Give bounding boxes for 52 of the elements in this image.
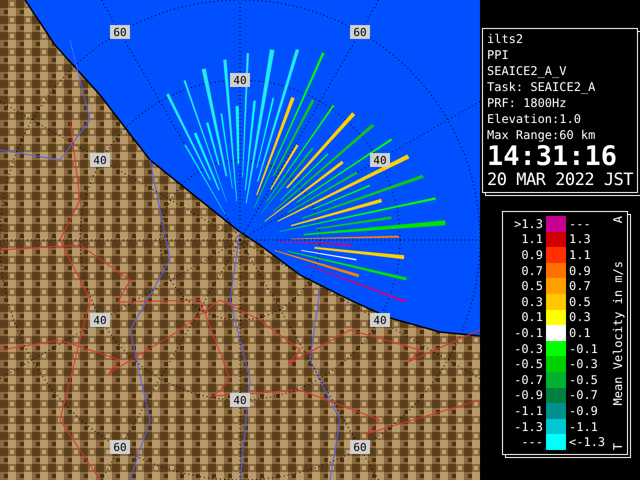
range-label: 40 xyxy=(90,313,110,327)
info-text: PRF: 1800Hz xyxy=(487,95,568,111)
legend-value: 0.9 xyxy=(520,248,544,262)
legend-value: -0.9 xyxy=(568,404,599,418)
range-label: 60 xyxy=(350,440,370,454)
legend-value: -0.1 xyxy=(513,326,544,340)
legend-value: 1.1 xyxy=(568,248,592,262)
legend-value: -1.1 xyxy=(568,420,599,434)
legend-value: 1.1 xyxy=(520,232,544,246)
legend-value: 0.7 xyxy=(520,264,544,278)
range-label: 60 xyxy=(350,25,370,39)
range-label: 40 xyxy=(90,153,110,167)
legend-mark: A xyxy=(611,216,625,224)
legend-value: 0.3 xyxy=(520,294,544,309)
legend-value: -0.5 xyxy=(568,372,599,387)
range-label: 40 xyxy=(230,73,250,87)
legend-value: 0.3 xyxy=(568,310,592,324)
legend-title: Mean Velocity in m/s xyxy=(611,260,625,406)
info-text: SEAICE2_A_V xyxy=(487,63,568,79)
info-text: PPI xyxy=(487,47,510,63)
legend-value: -0.3 xyxy=(513,342,544,356)
legend-value: 0.1 xyxy=(568,326,592,340)
legend-value: -0.9 xyxy=(513,388,544,402)
legend-value: <-1.3 xyxy=(568,435,606,450)
legend-value: 0.5 xyxy=(520,279,544,294)
legend-value: 1.3 xyxy=(568,232,592,246)
legend-value: --- xyxy=(568,216,592,231)
legend-value: -0.5 xyxy=(513,357,544,372)
range-label: 40 xyxy=(370,313,390,327)
range-label: 40 xyxy=(230,393,250,407)
legend-value: -1.1 xyxy=(513,404,544,418)
legend-value: -0.1 xyxy=(568,342,599,356)
date-text: 20 MAR 2022 JST xyxy=(487,171,634,190)
legend-value: 0.7 xyxy=(568,279,592,294)
legend-mark: T xyxy=(611,442,625,450)
legend-value: 0.9 xyxy=(568,264,592,278)
legend-value: -0.3 xyxy=(568,357,599,372)
range-label: 60 xyxy=(110,440,130,454)
legend-value: -1.3 xyxy=(513,420,544,434)
range-label: 60 xyxy=(110,25,130,39)
legend-value: >1.3 xyxy=(513,216,544,231)
info-text: Elevation:1.0 xyxy=(487,111,582,127)
time-text: 14:31:16 xyxy=(487,143,618,171)
legend-value: 0.1 xyxy=(520,310,544,324)
legend-value: --- xyxy=(520,435,544,450)
legend-value: 0.5 xyxy=(568,294,592,309)
info-text: ilts2 xyxy=(487,31,524,47)
legend-value: -0.7 xyxy=(568,388,599,402)
legend-value: -0.7 xyxy=(513,372,544,387)
info-text: Max Range:60 km xyxy=(487,127,596,143)
info-text: Task: SEAICE2_A xyxy=(487,79,596,95)
range-label: 40 xyxy=(370,153,390,167)
